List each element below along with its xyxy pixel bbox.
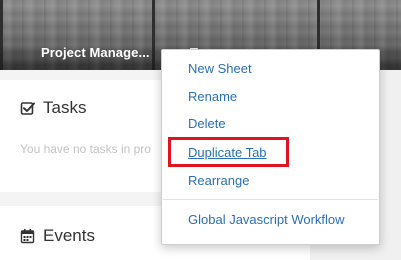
calendar-icon: [20, 228, 36, 244]
tasks-title: Tasks: [43, 98, 87, 117]
events-title: Events: [43, 226, 95, 245]
tasks-empty-message: You have no tasks in pro: [20, 142, 151, 156]
tab-project-manager[interactable]: Project Manage...: [41, 45, 150, 60]
menu-item-rearrange[interactable]: Rearrange: [188, 173, 249, 188]
highlight-annotation: [168, 137, 289, 167]
events-header: Events: [20, 226, 95, 246]
menu-divider: [163, 199, 378, 200]
tasks-header: Tasks: [20, 98, 86, 118]
checkbox-icon: [20, 100, 36, 116]
menu-item-delete[interactable]: Delete: [188, 116, 226, 131]
menu-item-new-sheet[interactable]: New Sheet: [188, 61, 252, 76]
page: Project Manage... Trac Tasks You have no…: [0, 0, 401, 260]
menu-item-rename[interactable]: Rename: [188, 89, 237, 104]
menu-item-global-javascript-workflow[interactable]: Global Javascript Workflow: [188, 212, 345, 227]
